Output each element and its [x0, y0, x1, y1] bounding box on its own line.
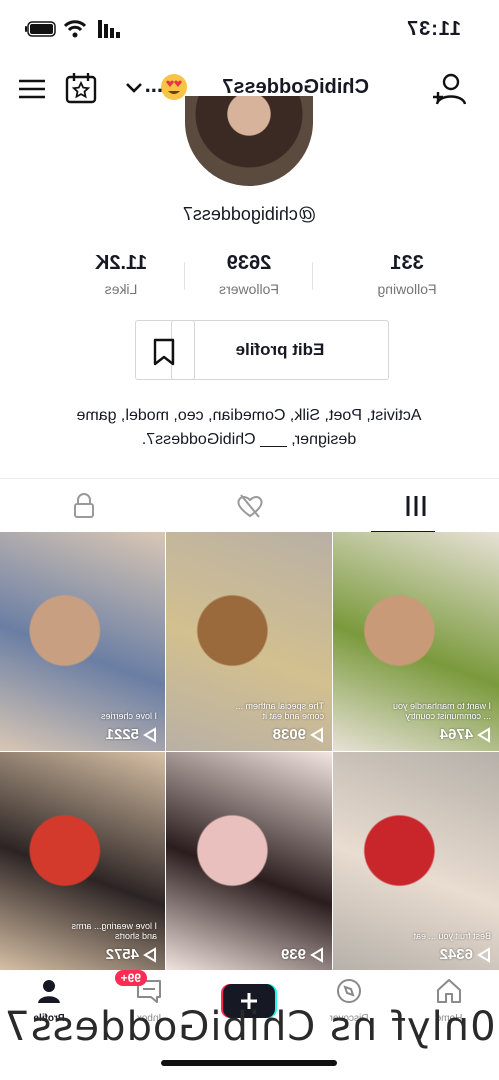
- chevron-down-icon[interactable]: [119, 72, 149, 102]
- edit-profile-button[interactable]: Edit profile: [171, 320, 389, 380]
- video-view-count: 9038: [273, 726, 324, 743]
- status-bar: 11:37: [0, 0, 499, 60]
- video-view-count: 939: [281, 946, 324, 963]
- video-caption-overlay: Best fruit you ... eat: [413, 931, 491, 941]
- play-icon: [143, 726, 156, 743]
- stat-following-value: 331: [390, 252, 424, 274]
- stat-divider: [184, 262, 185, 290]
- favorites-button[interactable]: [135, 320, 195, 380]
- home-icon: [437, 979, 461, 1003]
- video-grid: I want to manhandle you ... communist co…: [0, 532, 499, 971]
- lock-icon: [74, 493, 94, 518]
- stat-followers-value: 2639: [226, 252, 272, 274]
- stat-followers-label: Followers: [219, 281, 279, 297]
- video-caption-overlay: I love wearing... arms and shorts: [71, 921, 157, 941]
- play-icon: [310, 726, 323, 743]
- bio-line: Activist, Poet, Silk, Comedian, ceo, mod…: [76, 407, 422, 424]
- add-user-icon[interactable]: [431, 70, 471, 110]
- battery-icon: [25, 21, 56, 37]
- video-view-count: 6342: [440, 946, 491, 963]
- status-icons: [24, 20, 120, 38]
- signal-icon: [98, 20, 120, 38]
- home-indicator[interactable]: [161, 1060, 337, 1066]
- video-thumbnail[interactable]: The special anthem ... come and eat it 90…: [166, 532, 332, 751]
- person-icon: [38, 980, 60, 1003]
- video-view-count-value: 4764: [439, 726, 473, 743]
- stat-likes-value: 11.2K: [94, 252, 148, 274]
- stat-following[interactable]: 331 Following: [347, 252, 467, 297]
- watermark-text: 0nlyf ns ChibiGoddess7: [3, 1004, 496, 1050]
- hamburger-menu-icon[interactable]: [15, 74, 49, 104]
- video-view-count-value: 5221: [105, 726, 139, 743]
- video-view-count-value: 4572: [105, 946, 139, 963]
- tab-private[interactable]: [1, 479, 167, 533]
- play-icon: [477, 946, 490, 963]
- tiktok-profile-screen: 11:37 ChibiGoddess7 ... @chibigoddess7 3…: [0, 0, 499, 1080]
- heart-slash-icon: [237, 494, 263, 518]
- wifi-icon: [64, 20, 86, 38]
- video-caption-overlay: The special anthem ... come and eat it: [235, 701, 324, 721]
- stat-divider: [312, 262, 313, 290]
- video-view-count: 4764: [440, 726, 491, 743]
- video-thumbnail[interactable]: Best fruit you ... eat 6342: [333, 752, 499, 971]
- video-thumbnail[interactable]: I want to manhandle you ... communist co…: [333, 532, 499, 751]
- profile-bio: Activist, Poet, Silk, Comedian, ceo, mod…: [39, 404, 459, 452]
- play-icon: [143, 946, 156, 963]
- video-view-count-value: 9038: [272, 726, 306, 743]
- grid-icon: [406, 496, 426, 516]
- video-thumbnail[interactable]: I love wearing... arms and shorts 4572: [0, 752, 165, 971]
- inbox-badge: 99+: [114, 970, 147, 986]
- video-view-count: 4572: [106, 946, 157, 963]
- bookmark-icon: [153, 338, 175, 366]
- profile-tabs: [0, 478, 499, 533]
- play-icon: [477, 726, 490, 743]
- stat-likes: 11.2K Likes: [61, 252, 181, 297]
- stat-likes-label: Likes: [104, 281, 138, 297]
- bio-line: designer, ___ ChibiGoddess7.: [141, 431, 357, 448]
- status-time: 11:37: [405, 18, 461, 40]
- calendar-star-icon[interactable]: [63, 70, 99, 106]
- video-view-count-value: 6342: [439, 946, 473, 963]
- profile-avatar[interactable]: [185, 96, 313, 186]
- video-caption-overlay: I love cherries: [100, 711, 157, 721]
- video-view-count: 5221: [106, 726, 157, 743]
- tab-videos[interactable]: [333, 479, 499, 533]
- compass-icon: [337, 979, 361, 1003]
- edit-profile-label: Edit profile: [235, 340, 325, 359]
- video-thumbnail[interactable]: 939: [166, 752, 332, 971]
- video-caption-overlay: I want to manhandle you ... communist co…: [392, 701, 491, 721]
- stat-following-label: Following: [377, 281, 437, 297]
- tab-liked[interactable]: [167, 479, 333, 533]
- video-view-count-value: 939: [280, 946, 306, 963]
- profile-handle: @chibigoddess7: [182, 204, 317, 224]
- play-icon: [310, 946, 323, 963]
- video-thumbnail[interactable]: I love cherries 5221: [0, 532, 165, 751]
- stat-followers[interactable]: 2639 Followers: [189, 252, 309, 297]
